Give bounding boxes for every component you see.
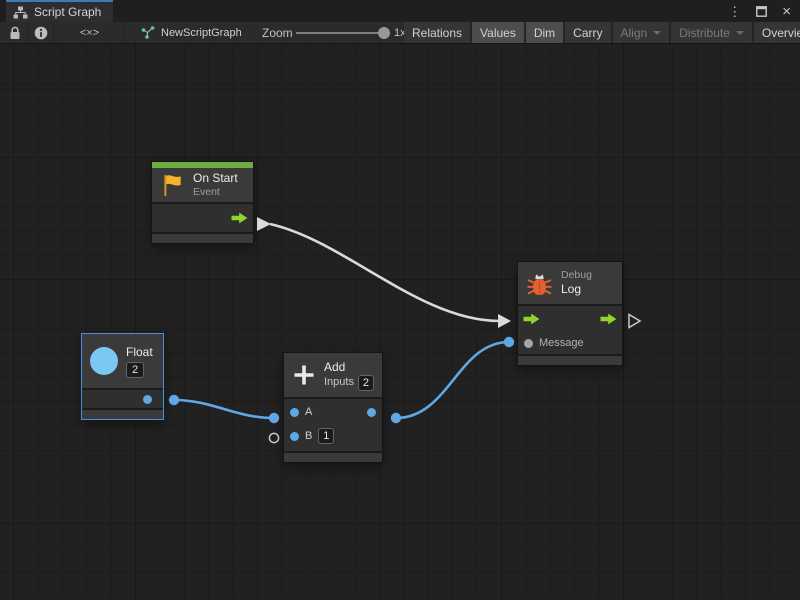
flow-output-port-icon[interactable]	[231, 212, 248, 224]
node-title: Float	[126, 345, 153, 360]
chevron-down-icon	[653, 31, 661, 39]
window-maximize-icon[interactable]	[756, 6, 767, 17]
distribute-button[interactable]: Distribute	[671, 22, 754, 43]
node-title: Add	[324, 360, 374, 375]
node-subtitle: Event	[193, 186, 238, 199]
flow-edge-arrowhead[interactable]	[498, 314, 511, 328]
graph-toolbar: <×> NewScriptGraph Zoom 1x Relations Val…	[0, 22, 800, 44]
port-a-label: A	[305, 406, 312, 418]
distribute-label: Distribute	[679, 26, 730, 40]
port-b-value-field[interactable]: 1	[318, 428, 334, 444]
node-title: Log	[561, 282, 592, 297]
relations-button[interactable]: Relations	[404, 22, 472, 43]
script-graph-asset-icon	[141, 26, 155, 39]
window-close-icon[interactable]: ×	[782, 4, 791, 19]
sum-output-port[interactable]	[367, 408, 376, 417]
float-type-icon	[90, 347, 118, 375]
zoom-slider[interactable]	[296, 22, 386, 43]
node-footer	[82, 410, 163, 419]
message-port-label: Message	[539, 337, 584, 349]
zoom-slider-handle[interactable]	[378, 27, 390, 39]
node-footer	[518, 356, 622, 365]
code-view-button[interactable]: <×>	[56, 22, 124, 43]
align-button[interactable]: Align	[613, 22, 672, 43]
lock-button[interactable]	[2, 22, 28, 43]
graph-name-label: NewScriptGraph	[161, 27, 242, 39]
tab-title: Script Graph	[34, 5, 101, 19]
flow-input-port-icon[interactable]	[523, 313, 540, 325]
flow-edge-on-start-to-debug-log[interactable]	[270, 224, 499, 321]
flag-icon	[160, 173, 185, 198]
node-add[interactable]: Add Inputs 2 A B 1	[283, 352, 383, 463]
node-footer	[152, 234, 253, 243]
chevron-down-icon	[736, 31, 744, 39]
edge-endpoint[interactable]	[169, 395, 179, 405]
node-title: On Start	[193, 171, 238, 186]
flow-edge-start-cap[interactable]	[257, 217, 271, 231]
dim-button[interactable]: Dim	[526, 22, 565, 43]
info-button[interactable]	[28, 22, 54, 43]
zoom-label: Zoom	[262, 22, 293, 43]
inputs-label: Inputs	[324, 376, 354, 389]
zoom-slider-track[interactable]	[296, 32, 386, 34]
carry-button[interactable]: Carry	[565, 22, 612, 43]
window-controls: ⋮ ×	[728, 0, 800, 22]
node-subtitle: Debug	[561, 269, 592, 282]
align-label: Align	[621, 26, 648, 40]
value-edge-float-to-add-a[interactable]	[174, 400, 274, 418]
add-icon	[292, 363, 316, 387]
message-input-port[interactable]	[524, 339, 533, 348]
edge-endpoint[interactable]	[504, 337, 514, 347]
flow-output-port-icon[interactable]	[600, 313, 617, 325]
lock-icon	[9, 26, 21, 40]
edges-layer	[0, 44, 800, 600]
tab-bar-spacer	[113, 0, 728, 22]
toolbar-button-group: Relations Values Dim Carry Align Distrib…	[404, 22, 800, 43]
unconnected-flow-out-indicator[interactable]	[629, 315, 640, 328]
port-b-input[interactable]	[290, 432, 299, 441]
edge-endpoint[interactable]	[391, 413, 401, 423]
info-icon	[34, 26, 48, 40]
node-debug-log[interactable]: Debug Log Message	[517, 261, 623, 366]
code-icon: <×>	[80, 27, 99, 39]
graph-tab-icon	[13, 6, 28, 19]
window-menu-icon[interactable]: ⋮	[728, 5, 741, 18]
port-a-input[interactable]	[290, 408, 299, 417]
graph-canvas[interactable]: On Start Event Debug Lo	[0, 44, 800, 600]
values-button[interactable]: Values	[472, 22, 526, 43]
inputs-count-field[interactable]: 2	[358, 375, 374, 391]
tab-script-graph[interactable]: Script Graph	[6, 0, 113, 22]
edge-endpoint[interactable]	[269, 413, 279, 423]
port-b-label: B	[305, 430, 312, 442]
overview-button[interactable]: Overview	[754, 22, 800, 43]
value-output-port[interactable]	[143, 395, 152, 404]
tab-bar: Script Graph ⋮ ×	[0, 0, 800, 22]
node-float[interactable]: Float 2	[81, 333, 164, 420]
node-on-start[interactable]: On Start Event	[151, 161, 254, 244]
bug-icon	[526, 271, 553, 296]
unconnected-port-b-indicator[interactable]	[269, 433, 278, 442]
graph-title[interactable]: NewScriptGraph	[141, 22, 242, 43]
float-value-field[interactable]: 2	[126, 362, 144, 378]
node-footer	[284, 453, 382, 462]
value-edge-add-to-message[interactable]	[396, 342, 509, 418]
